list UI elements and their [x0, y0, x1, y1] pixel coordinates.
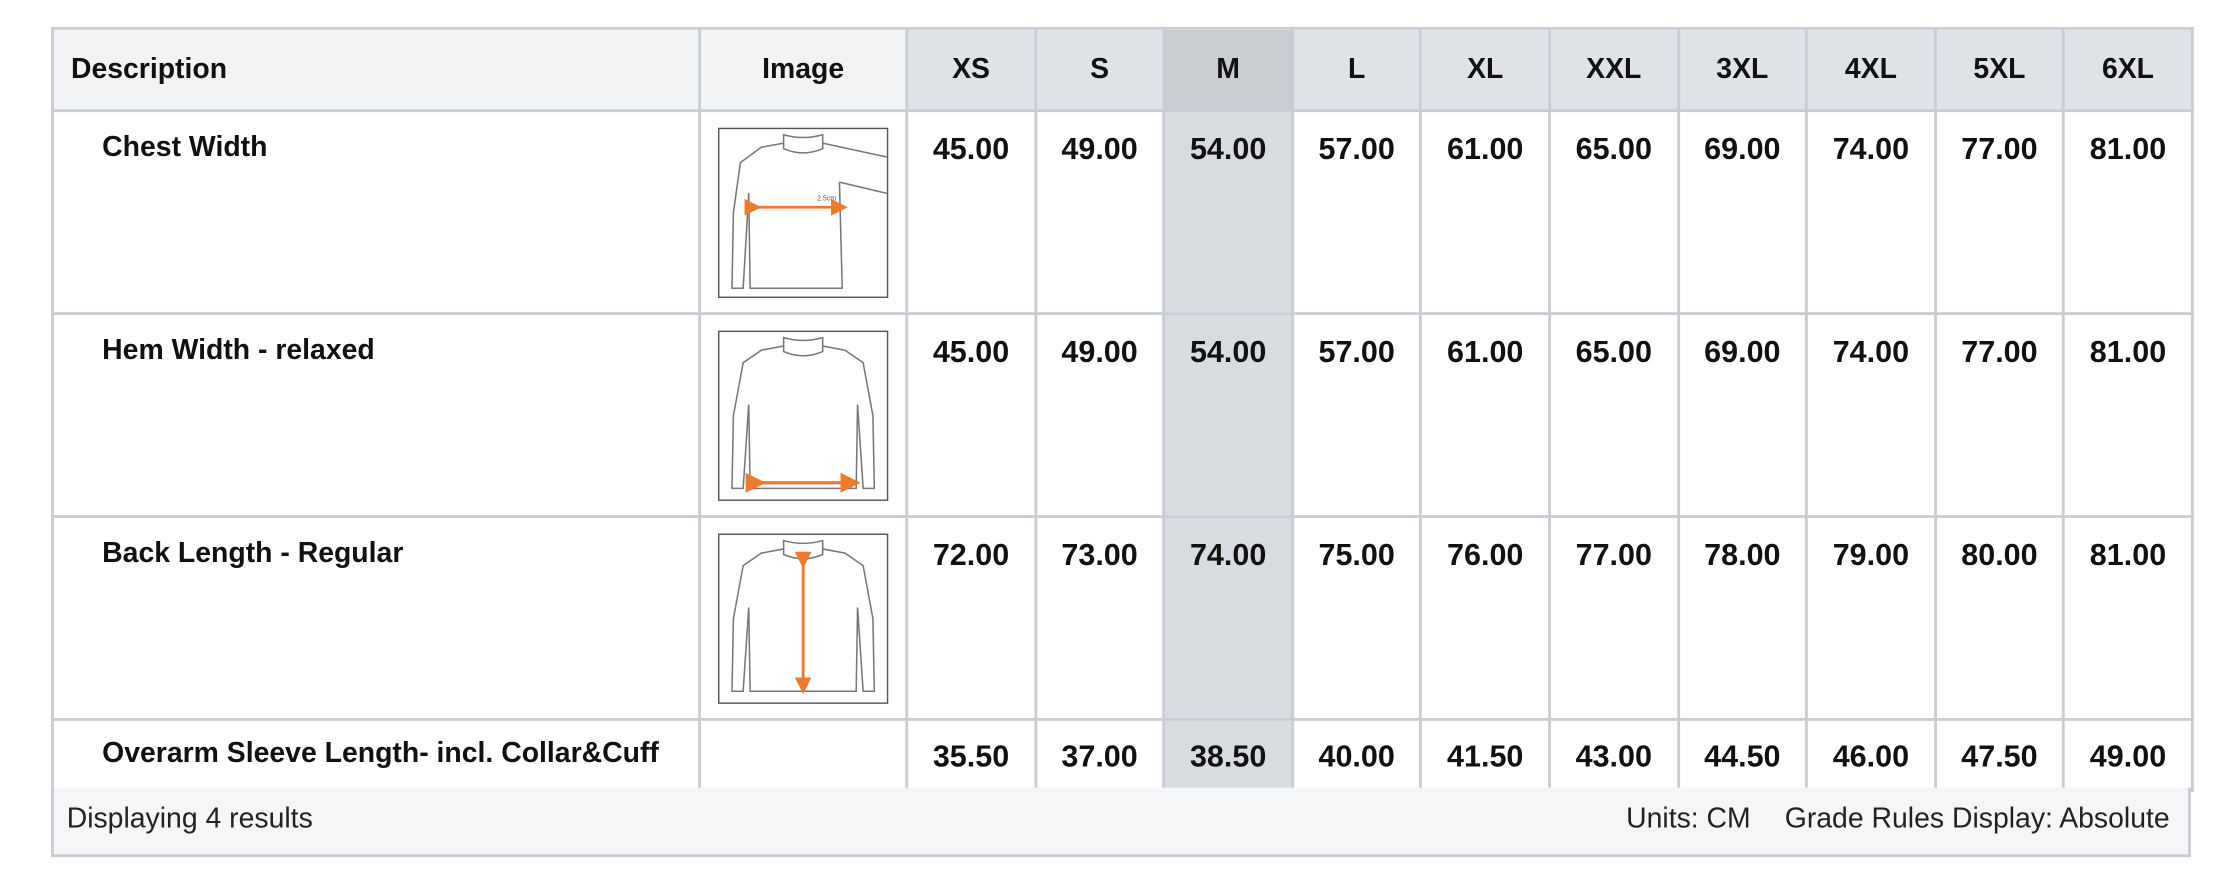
hem-width-diagram[interactable] [718, 330, 889, 501]
table-body: Chest Width 2.5cm 45.00 49.00 54.00 57.00 61.0… [51, 109, 2194, 792]
column-header-size-m[interactable]: M [1162, 26, 1294, 113]
value-cell-s[interactable]: 37.00 [1033, 718, 1166, 792]
measurement-image-cell [698, 718, 909, 792]
value-cell-xs[interactable]: 45.00 [905, 109, 1037, 316]
column-header-size-s[interactable]: S [1033, 26, 1166, 113]
value-cell-xxl[interactable]: 77.00 [1548, 515, 1680, 721]
measurement-image-cell [698, 312, 909, 518]
diagram-label: 2.5cm [817, 195, 836, 202]
value-cell-m[interactable]: 38.50 [1162, 718, 1294, 792]
column-header-size-xxl[interactable]: XXL [1548, 26, 1680, 113]
column-header-description[interactable]: Description [51, 26, 701, 113]
column-header-size-l[interactable]: L [1290, 26, 1423, 113]
value-cell-6xl[interactable]: 81.00 [2062, 109, 2194, 316]
value-cell-l[interactable]: 57.00 [1290, 109, 1423, 316]
value-cell-xl[interactable]: 41.50 [1419, 718, 1551, 792]
value-cell-s[interactable]: 49.00 [1033, 312, 1166, 518]
header-row: Description Image XS S M L XL XXL 3XL 4XL 5XL 6XL [51, 26, 2194, 113]
measurement-description: Overarm Sleeve Length- incl. Collar&Cuff [51, 718, 701, 792]
value-cell-5xl[interactable]: 47.50 [1933, 718, 2066, 792]
value-cell-4xl[interactable]: 79.00 [1805, 515, 1937, 721]
table-row[interactable]: Chest Width 2.5cm 45.00 49.00 54.00 57.00 61.0… [51, 109, 2194, 316]
column-header-size-5xl[interactable]: 5XL [1933, 26, 2066, 113]
footer-settings: Units: CM Grade Rules Display: Absolute [1626, 803, 2170, 836]
measurement-image-cell [698, 515, 909, 721]
value-cell-xl[interactable]: 76.00 [1419, 515, 1551, 721]
value-cell-xs[interactable]: 45.00 [905, 312, 1037, 518]
value-cell-5xl[interactable]: 80.00 [1933, 515, 2066, 721]
column-header-size-4xl[interactable]: 4XL [1805, 26, 1937, 113]
grade-rules-label: Grade Rules Display: Absolute [1784, 803, 2170, 835]
measurement-description: Back Length - Regular [51, 515, 701, 721]
value-cell-s[interactable]: 49.00 [1033, 109, 1166, 316]
column-header-size-3xl[interactable]: 3XL [1676, 26, 1809, 113]
value-cell-xxl[interactable]: 65.00 [1548, 109, 1680, 316]
table-row[interactable]: Hem Width - relaxed 45.00 49.00 54.00 57.00 6… [51, 312, 2194, 518]
measurement-description: Chest Width [51, 109, 701, 316]
back-length-diagram[interactable] [718, 533, 889, 704]
value-cell-xl[interactable]: 61.00 [1419, 109, 1551, 316]
value-cell-4xl[interactable]: 46.00 [1805, 718, 1937, 792]
results-count: Displaying 4 results [66, 803, 313, 835]
units-label: Units: CM [1626, 803, 1751, 835]
column-header-size-6xl[interactable]: 6XL [2062, 26, 2194, 113]
value-cell-m[interactable]: 54.00 [1162, 312, 1294, 518]
measurement-description: Hem Width - relaxed [51, 312, 701, 518]
value-cell-5xl[interactable]: 77.00 [1933, 109, 2066, 316]
value-cell-xxl[interactable]: 43.00 [1548, 718, 1680, 792]
grade-spec-view: Description Image XS S M L XL XXL 3XL 4XL 5XL 6XL… [0, 0, 2225, 894]
value-cell-6xl[interactable]: 81.00 [2062, 515, 2194, 721]
measurement-image-cell: 2.5cm [698, 109, 909, 316]
value-cell-6xl[interactable]: 49.00 [2062, 718, 2194, 792]
value-cell-3xl[interactable]: 78.00 [1676, 515, 1809, 721]
value-cell-m[interactable]: 74.00 [1162, 515, 1294, 721]
value-cell-xs[interactable]: 72.00 [905, 515, 1037, 721]
chest-width-diagram[interactable]: 2.5cm [718, 127, 889, 299]
value-cell-4xl[interactable]: 74.00 [1805, 109, 1937, 316]
table-footer: Displaying 4 results Units: CM Grade Rule… [51, 787, 2191, 858]
column-header-size-xs[interactable]: XS [905, 26, 1037, 113]
value-cell-5xl[interactable]: 77.00 [1933, 312, 2066, 518]
value-cell-l[interactable]: 75.00 [1290, 515, 1423, 721]
size-grade-table: Description Image XS S M L XL XXL 3XL 4XL 5XL 6XL… [51, 26, 2194, 792]
value-cell-xl[interactable]: 61.00 [1419, 312, 1551, 518]
value-cell-s[interactable]: 73.00 [1033, 515, 1166, 721]
table-row[interactable]: Back Length - Regular 72.00 73.00 74.00 75.0… [51, 515, 2194, 721]
value-cell-xs[interactable]: 35.50 [905, 718, 1037, 792]
value-cell-l[interactable]: 40.00 [1290, 718, 1423, 792]
value-cell-l[interactable]: 57.00 [1290, 312, 1423, 518]
value-cell-4xl[interactable]: 74.00 [1805, 312, 1937, 518]
value-cell-6xl[interactable]: 81.00 [2062, 312, 2194, 518]
value-cell-3xl[interactable]: 44.50 [1676, 718, 1809, 792]
column-header-size-xl[interactable]: XL [1419, 26, 1551, 113]
table-row[interactable]: Overarm Sleeve Length- incl. Collar&Cuff… [51, 718, 2194, 792]
column-header-image[interactable]: Image [698, 26, 909, 113]
value-cell-xxl[interactable]: 65.00 [1548, 312, 1680, 518]
value-cell-3xl[interactable]: 69.00 [1676, 109, 1809, 316]
value-cell-m[interactable]: 54.00 [1162, 109, 1294, 316]
value-cell-3xl[interactable]: 69.00 [1676, 312, 1809, 518]
